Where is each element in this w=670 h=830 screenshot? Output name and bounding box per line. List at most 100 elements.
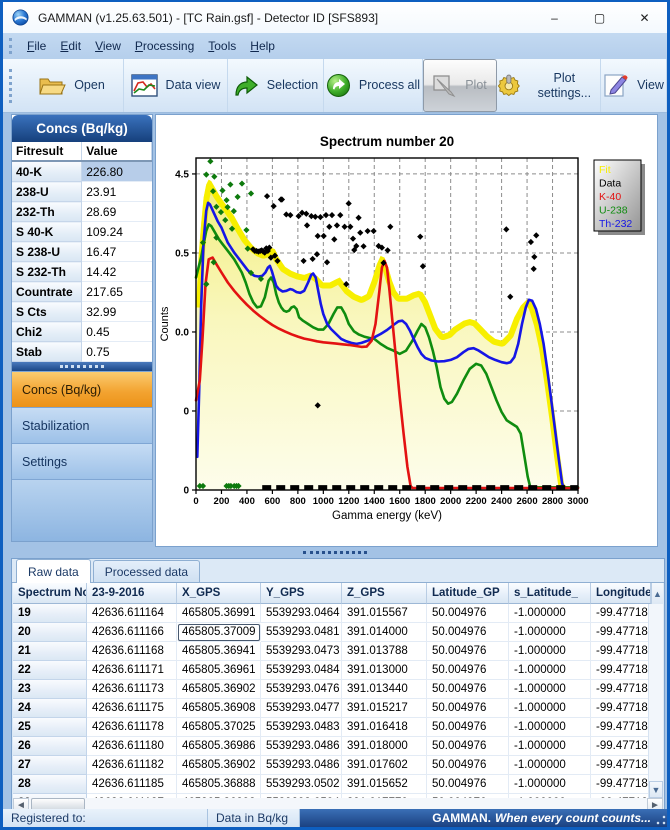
nav-concs-bq-kg-[interactable]: Concs (Bq/kg): [12, 371, 152, 407]
data-cell[interactable]: 42636.611185: [87, 775, 177, 794]
row-header-cell[interactable]: 24: [13, 699, 87, 718]
close-button[interactable]: ✕: [622, 2, 667, 33]
data-cell[interactable]: -99.477182: [591, 699, 651, 718]
grid-col-23-9-2016[interactable]: 23-9-2016: [87, 583, 177, 604]
data-cell[interactable]: 42636.611171: [87, 661, 177, 680]
data-cell[interactable]: -1.000000: [509, 699, 591, 718]
toolbar-grip[interactable]: [9, 69, 15, 103]
data-cell[interactable]: 50.004976: [427, 699, 509, 718]
tab-raw-data[interactable]: Raw data: [16, 559, 91, 583]
row-header-cell[interactable]: 19: [13, 604, 87, 623]
data-cell[interactable]: 465805.36902: [177, 756, 261, 775]
left-splitter-handle[interactable]: [12, 362, 152, 371]
menu-file[interactable]: File: [20, 35, 53, 57]
fit-value[interactable]: 109.24: [82, 222, 152, 242]
grid-col-s-latitude-[interactable]: s_Latitude_: [509, 583, 591, 604]
data-cell[interactable]: 5539293.0486: [261, 756, 342, 775]
data-cell[interactable]: 50.004976: [427, 775, 509, 794]
data-cell[interactable]: 465805.36888: [177, 775, 261, 794]
data-cell[interactable]: 50.004976: [427, 680, 509, 699]
data-cell[interactable]: -99.477182: [591, 718, 651, 737]
fit-row[interactable]: S 238-U16.47: [12, 242, 152, 262]
fit-row[interactable]: Chi20.45: [12, 322, 152, 342]
grid-col-latitude-gp[interactable]: Latitude_GP: [427, 583, 509, 604]
fit-value[interactable]: 28.69: [82, 202, 152, 222]
data-cell[interactable]: 465805.36986: [177, 737, 261, 756]
fit-label[interactable]: 232-Th: [12, 202, 82, 222]
data-cell[interactable]: 5539293.0481: [261, 623, 342, 642]
fit-value[interactable]: 23.91: [82, 182, 152, 202]
data-cell[interactable]: -99.477182: [591, 775, 651, 794]
data-cell[interactable]: -1.000000: [509, 680, 591, 699]
data-cell[interactable]: -99.477182: [591, 623, 651, 642]
data-cell[interactable]: 5539293.0502: [261, 775, 342, 794]
fit-row[interactable]: 232-Th28.69: [12, 202, 152, 222]
tab-processed-data[interactable]: Processed data: [93, 560, 200, 582]
process-all-button[interactable]: Process all: [324, 59, 423, 112]
data-cell[interactable]: 50.004976: [427, 756, 509, 775]
data-cell[interactable]: 5539293.0484: [261, 661, 342, 680]
data-cell[interactable]: 391.013000: [342, 661, 427, 680]
data-cell[interactable]: 50.004976: [427, 661, 509, 680]
menu-tools[interactable]: Tools: [201, 35, 243, 57]
view-button[interactable]: View: [601, 59, 667, 112]
fit-row[interactable]: S Cts32.99: [12, 302, 152, 322]
data-view-button[interactable]: Data view: [124, 59, 228, 112]
row-header-cell[interactable]: 28: [13, 775, 87, 794]
data-cell[interactable]: -1.000000: [509, 623, 591, 642]
grid-col-x-gps[interactable]: X_GPS: [177, 583, 261, 604]
data-cell[interactable]: 5539293.0473: [261, 642, 342, 661]
data-cell[interactable]: -1.000000: [509, 661, 591, 680]
horizontal-splitter-handle[interactable]: [3, 547, 667, 558]
menu-processing[interactable]: Processing: [128, 35, 201, 57]
row-header-cell[interactable]: 22: [13, 661, 87, 680]
fit-label[interactable]: S Cts: [12, 302, 82, 322]
scroll-down-arrow[interactable]: ▼: [649, 781, 663, 798]
fit-label[interactable]: Countrate: [12, 282, 82, 302]
data-cell[interactable]: 391.015217: [342, 699, 427, 718]
data-cell[interactable]: 42636.611166: [87, 623, 177, 642]
data-cell[interactable]: 50.004976: [427, 604, 509, 623]
data-cell[interactable]: 50.004976: [427, 718, 509, 737]
data-cell[interactable]: -1.000000: [509, 718, 591, 737]
data-cell[interactable]: 50.004976: [427, 737, 509, 756]
row-header-cell[interactable]: 20: [13, 623, 87, 642]
data-cell[interactable]: 465805.36908: [177, 699, 261, 718]
data-cell[interactable]: 50.004976: [427, 642, 509, 661]
data-cell[interactable]: -99.477182: [591, 680, 651, 699]
data-cell[interactable]: 5539293.0477: [261, 699, 342, 718]
data-cell[interactable]: 391.014000: [342, 623, 427, 642]
data-cell[interactable]: 50.004976: [427, 623, 509, 642]
data-cell[interactable]: 465805.37025: [177, 718, 261, 737]
data-cell[interactable]: 42636.611175: [87, 699, 177, 718]
grid-col-y-gps[interactable]: Y_GPS: [261, 583, 342, 604]
data-cell[interactable]: 391.017602: [342, 756, 427, 775]
selection-button[interactable]: Selection: [228, 59, 324, 112]
maximize-button[interactable]: ▢: [577, 2, 622, 33]
data-cell[interactable]: -1.000000: [509, 642, 591, 661]
fit-row[interactable]: Countrate217.65: [12, 282, 152, 302]
minimize-button[interactable]: –: [532, 2, 577, 33]
data-cell[interactable]: -99.477182: [591, 737, 651, 756]
data-cell[interactable]: 5539293.0476: [261, 680, 342, 699]
fit-label[interactable]: S 232-Th: [12, 262, 82, 282]
fit-label[interactable]: Chi2: [12, 322, 82, 342]
fit-value[interactable]: 0.75: [82, 342, 152, 362]
data-cell[interactable]: -1.000000: [509, 756, 591, 775]
data-cell[interactable]: -99.477182: [591, 756, 651, 775]
row-header-cell[interactable]: 21: [13, 642, 87, 661]
fit-label[interactable]: Stab: [12, 342, 82, 362]
data-cell[interactable]: 42636.611178: [87, 718, 177, 737]
fit-value[interactable]: 0.45: [82, 322, 152, 342]
data-cell[interactable]: 42636.611173: [87, 680, 177, 699]
menu-edit[interactable]: Edit: [53, 35, 88, 57]
data-cell[interactable]: 5539293.0486: [261, 737, 342, 756]
data-cell[interactable]: 42636.611164: [87, 604, 177, 623]
data-cell[interactable]: 391.015652: [342, 775, 427, 794]
fit-label[interactable]: 238-U: [12, 182, 82, 202]
fit-label[interactable]: 40-K: [12, 161, 82, 182]
grid-col-z-gps[interactable]: Z_GPS: [342, 583, 427, 604]
fit-value[interactable]: 226.80: [82, 161, 152, 182]
plot-settings-button[interactable]: Plot settings...: [497, 59, 601, 112]
menu-view[interactable]: View: [88, 35, 128, 57]
